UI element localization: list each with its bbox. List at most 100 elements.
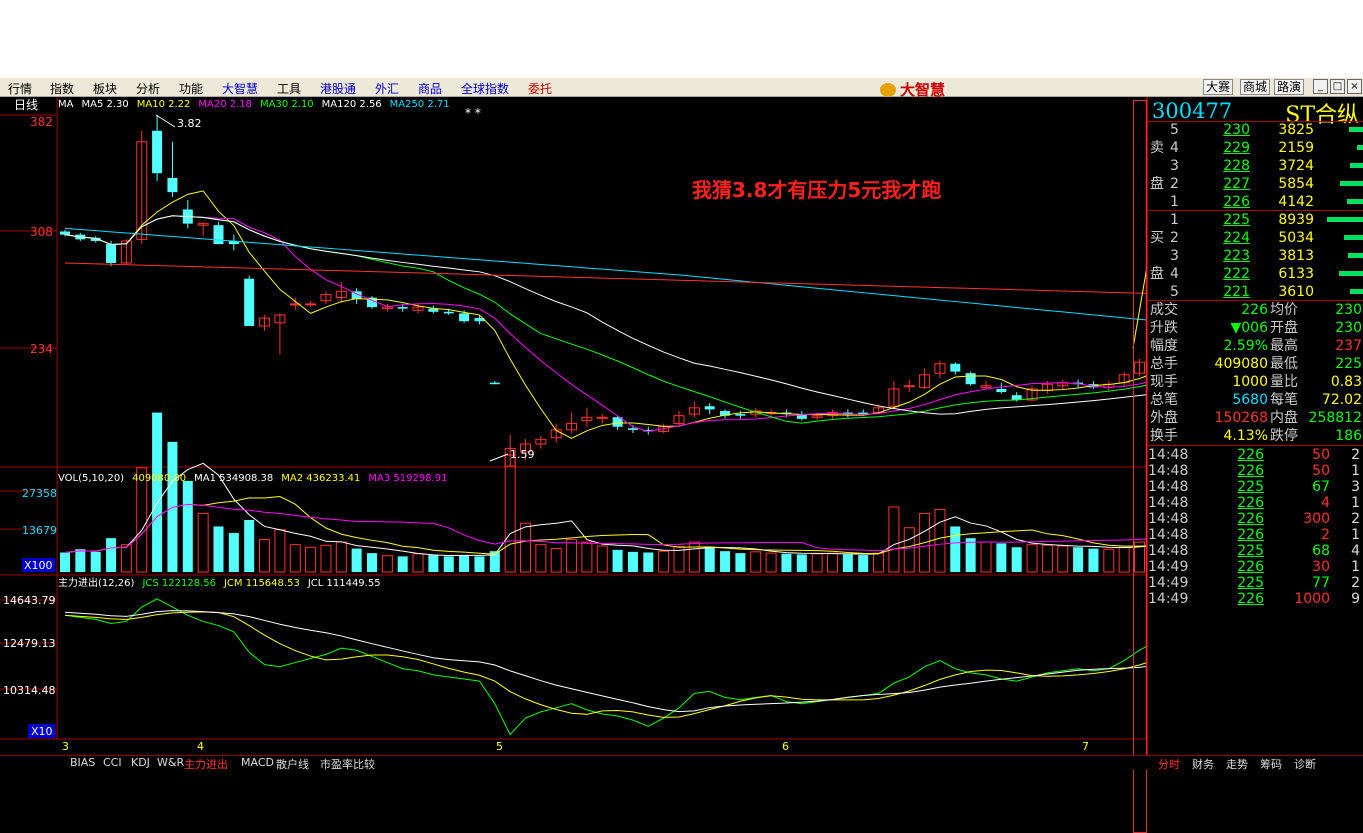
- tab-macd[interactable]: MACD: [241, 756, 274, 769]
- stat-row: 升跌 ▼006 开盘 230: [1148, 319, 1363, 337]
- price-tick-382: 382: [30, 115, 53, 129]
- menu-item-tools[interactable]: 工具: [277, 80, 301, 97]
- stock-code[interactable]: 300477: [1152, 99, 1232, 123]
- stat-label: 成交: [1150, 302, 1178, 318]
- stat-row: 成交 226 均价 230: [1148, 301, 1363, 319]
- volume-bar: [950, 526, 961, 572]
- ma120-line: [64, 227, 1186, 325]
- stat-value: 5680: [1232, 392, 1268, 408]
- ask-level: 4: [1170, 140, 1179, 156]
- volume-bar: [811, 553, 823, 573]
- stat-row: 现手 1000 量比 0.83: [1148, 373, 1363, 391]
- volume-bar: [827, 552, 838, 573]
- volume-bar: [566, 538, 578, 573]
- close-icon[interactable]: ×: [1347, 79, 1362, 94]
- header-item: 409080.00: [132, 473, 186, 484]
- stat-row: 换手 4.13% 跌停 186: [1148, 427, 1363, 445]
- volume-bar: [796, 554, 807, 572]
- volume-bar: [182, 480, 193, 572]
- ask-price: 227: [1223, 176, 1250, 192]
- contest-button[interactable]: 大赛: [1203, 79, 1234, 95]
- candle-body: [60, 231, 70, 235]
- tick-time: 14:48: [1148, 447, 1189, 463]
- menu-item-commodity[interactable]: 商品: [418, 80, 442, 97]
- tick-qty: 50: [1312, 447, 1330, 463]
- ask-price: 229: [1223, 140, 1250, 156]
- price-tick-308: 308: [30, 225, 53, 239]
- volume-bar: [550, 548, 562, 573]
- volume-bar: [335, 541, 347, 573]
- volume-bar: [1057, 545, 1069, 573]
- menu-item-index[interactable]: 指数: [50, 80, 74, 97]
- tick-row: 14:48 225 68 4: [1148, 543, 1363, 559]
- bid-price: 223: [1223, 248, 1250, 264]
- menu-item-quotes[interactable]: 行情: [8, 80, 32, 97]
- tick-row: 14:49 225 77 2: [1148, 575, 1363, 591]
- stat-value: 2.59%: [1223, 338, 1268, 354]
- bid-volume: 3813: [1278, 248, 1314, 264]
- tick-price: 226: [1237, 591, 1264, 607]
- menu-item-hk-connect[interactable]: 港股通: [320, 80, 356, 97]
- menu-item-global-index[interactable]: 全球指数: [461, 80, 509, 97]
- roadshow-button[interactable]: 路演: [1274, 79, 1305, 95]
- stat-label: 最高: [1270, 338, 1298, 354]
- tab-bias[interactable]: BIAS: [70, 756, 95, 769]
- tab-wr[interactable]: W&R: [157, 756, 184, 769]
- blank-top-area: [0, 0, 1363, 78]
- menu-item-forex[interactable]: 外汇: [375, 80, 399, 97]
- tick-time: 14:48: [1148, 527, 1189, 543]
- ask-volume-bar: [1347, 199, 1363, 204]
- volume-bar: [873, 552, 885, 573]
- menu-item-trade[interactable]: 委托: [528, 80, 552, 97]
- volume-bar: [259, 538, 271, 573]
- fund-flow-line: [64, 610, 1186, 713]
- bid-level: 5: [1170, 284, 1179, 300]
- x-tick-5: 5: [496, 740, 503, 753]
- marker-stars: * *: [465, 106, 481, 120]
- minimize-icon[interactable]: _: [1313, 79, 1328, 94]
- candle-body: [397, 307, 408, 309]
- mall-button[interactable]: 商城: [1240, 79, 1271, 95]
- candle-body: [305, 303, 317, 306]
- maximize-icon[interactable]: □: [1330, 79, 1345, 94]
- candle-body: [489, 382, 500, 385]
- bid-volume: 3610: [1278, 284, 1314, 300]
- candle-body: [443, 311, 454, 314]
- tick-row: 14:48 226 4 1: [1148, 495, 1363, 511]
- bid-price: 225: [1223, 212, 1250, 228]
- user-annotation: 我猜3.8才有压力5元我才跑: [692, 178, 941, 202]
- volume-bar: [228, 532, 239, 572]
- volume-bar: [213, 526, 224, 572]
- menu-item-function[interactable]: 功能: [179, 80, 203, 97]
- candle-body: [244, 278, 255, 326]
- ask-level: 3: [1170, 158, 1179, 174]
- kline-chart-svg[interactable]: 日线 MA MA5 2.30 MA10 2.22 MA20 2.18 MA30 2.10…: [0, 16, 1192, 755]
- tick-price: 225: [1237, 479, 1264, 495]
- volume-bar: [903, 527, 915, 573]
- candle-body: [167, 177, 178, 193]
- ask-row: 3 228 3724: [1148, 157, 1363, 175]
- high-pointer: [155, 114, 176, 128]
- volume-bar: [1073, 547, 1084, 572]
- vol-unit: X100: [24, 559, 53, 572]
- chart-area[interactable]: 日线 MA MA5 2.30 MA10 2.22 MA20 2.18 MA30 2.10…: [0, 16, 1192, 833]
- header-item: MA10 2.22: [137, 99, 191, 110]
- menu-item-sector[interactable]: 板块: [93, 80, 117, 97]
- header-item: MA5 2.30: [81, 99, 128, 110]
- tick-price: 226: [1237, 511, 1264, 527]
- x-tick-3: 3: [62, 740, 69, 753]
- tab-kdj[interactable]: KDJ: [131, 756, 150, 769]
- volume-bar: [750, 551, 762, 573]
- tick-row: 14:48 226 50 1: [1148, 463, 1363, 479]
- menu-item-analysis[interactable]: 分析: [136, 80, 160, 97]
- volume-bar: [658, 550, 670, 573]
- menu-item-dzh[interactable]: 大智慧: [222, 80, 258, 97]
- right-panel: 300477 ST合纵 卖 盘 5 230 3825 4 229 2159 3 228 3724…: [1147, 97, 1363, 755]
- bid-price: 222: [1223, 266, 1250, 282]
- tab-cci[interactable]: CCI: [103, 756, 122, 769]
- volume-bar: [289, 544, 301, 573]
- tick-time: 14:48: [1148, 479, 1189, 495]
- volume-bar: [735, 553, 746, 572]
- volume-bar: [244, 519, 255, 572]
- tick-count: 3: [1351, 479, 1360, 495]
